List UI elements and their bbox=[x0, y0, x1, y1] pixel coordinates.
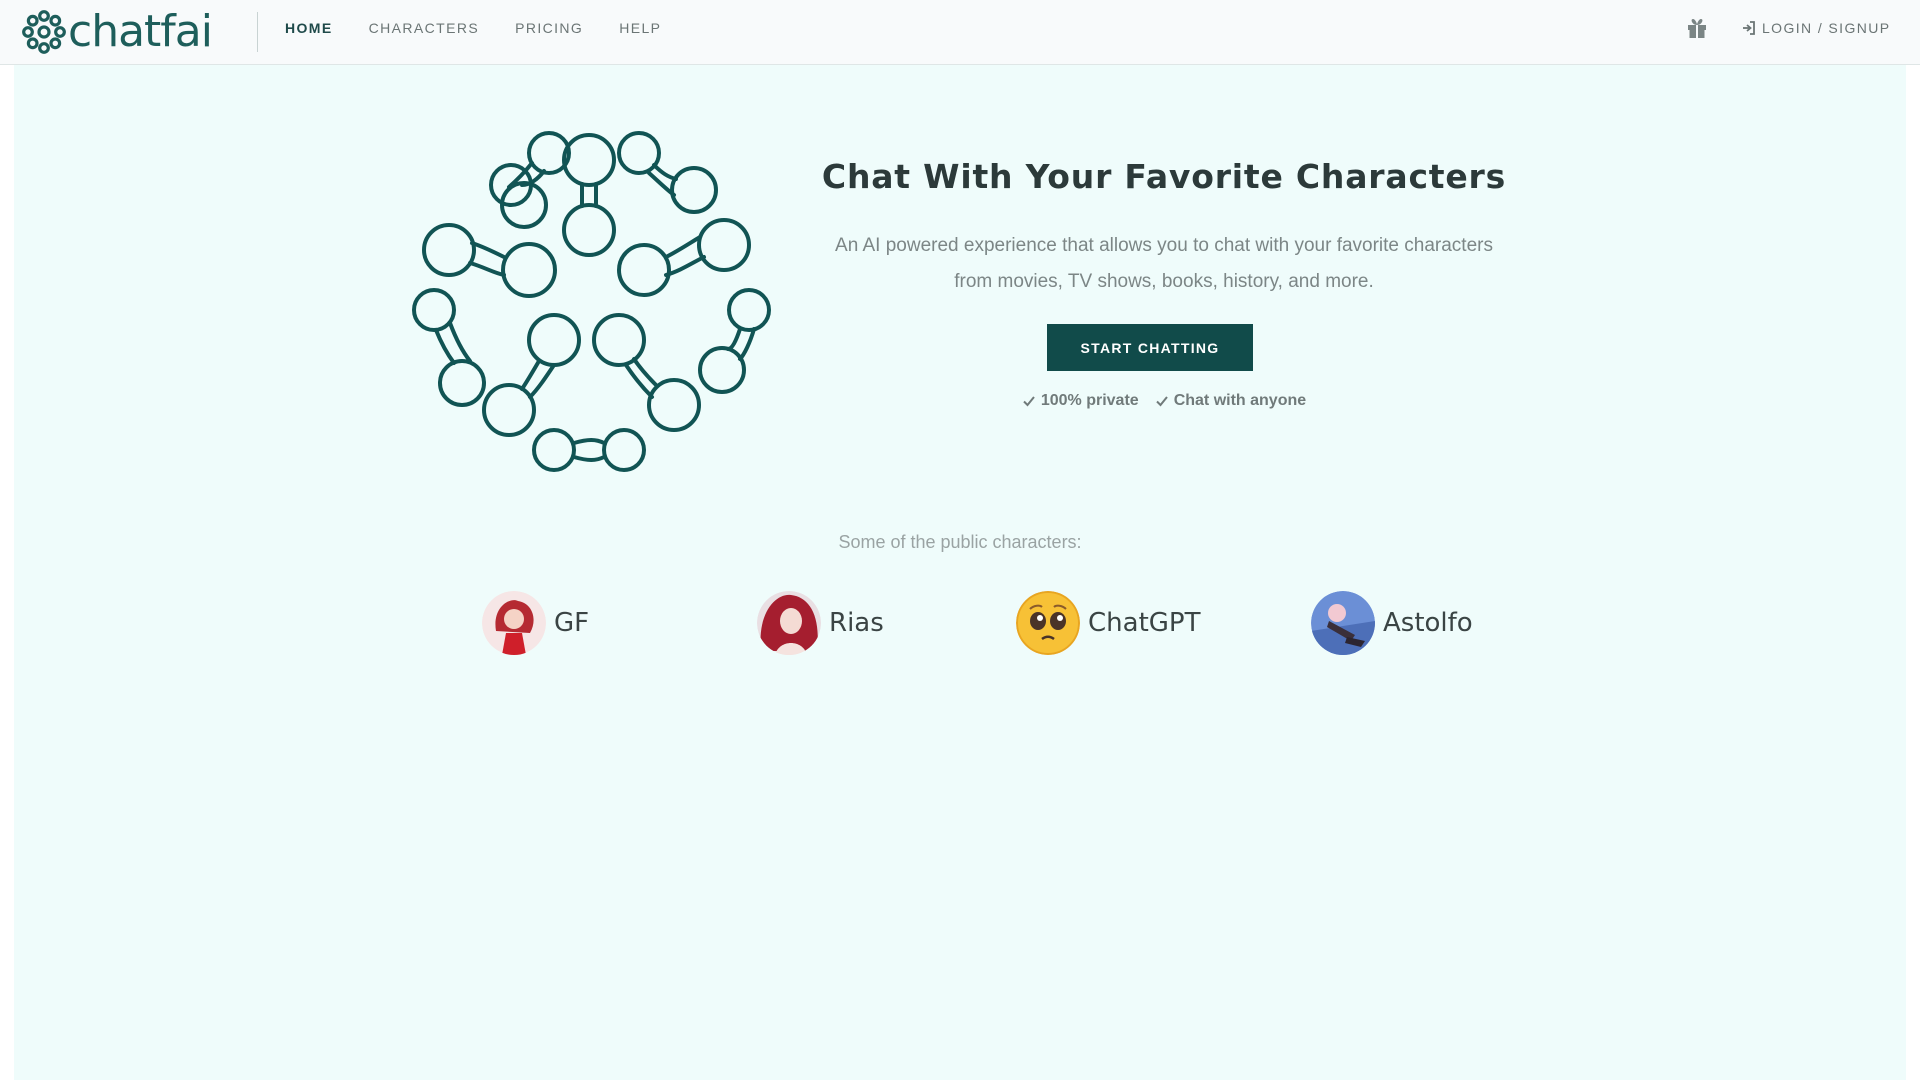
character-rias-avatar bbox=[757, 591, 821, 655]
character-rias-name: Rias bbox=[829, 608, 884, 638]
feature-private-label: 100% private bbox=[1040, 392, 1139, 409]
chatfai-logo-icon bbox=[22, 10, 66, 54]
character-gf-name: GF bbox=[554, 608, 590, 638]
sign-in-icon bbox=[1743, 21, 1755, 35]
header-divider bbox=[257, 12, 258, 52]
nav-home[interactable]: HOME bbox=[267, 20, 351, 36]
character-gf-avatar bbox=[482, 591, 546, 655]
check-icon bbox=[1155, 396, 1168, 407]
public-characters-label: Some of the public characters: bbox=[838, 532, 1082, 552]
hero-subtitle-line-1: An AI powered experience that allows you… bbox=[835, 235, 1493, 256]
character-astolfo[interactable]: Astolfo bbox=[1311, 590, 1473, 656]
feature-chat-anyone-label: Chat with anyone bbox=[1173, 392, 1307, 409]
character-chatgpt-avatar bbox=[1016, 591, 1080, 655]
nav-help[interactable]: HELP bbox=[601, 20, 679, 36]
character-chatgpt-name: ChatGPT bbox=[1088, 608, 1201, 638]
feature-list: 100% private Chat with anyone bbox=[794, 392, 1534, 410]
check-icon bbox=[1023, 396, 1035, 407]
nav-pricing[interactable]: PRICING bbox=[497, 20, 601, 36]
top-navbar: chatfai HOME CHARACTERS PRICING HELP LOG… bbox=[0, 0, 1920, 65]
character-chatgpt[interactable]: ChatGPT bbox=[1016, 590, 1200, 656]
nav-characters[interactable]: CHARACTERS bbox=[351, 20, 497, 36]
character-gf[interactable]: GF bbox=[482, 590, 589, 656]
login-label: LOGIN / SIGNUP bbox=[1762, 20, 1891, 36]
character-astolfo-name: Astolfo bbox=[1383, 608, 1473, 638]
hero-subtitle: An AI powered experience that allows you… bbox=[794, 228, 1534, 300]
logo-text: chatfai bbox=[68, 6, 213, 57]
feature-private: 100% private bbox=[1022, 392, 1139, 410]
chatfai-logo[interactable]: chatfai bbox=[22, 6, 213, 57]
start-chatting-button[interactable]: START CHATTING bbox=[1047, 324, 1253, 371]
hero-title: Chat With Your Favorite Characters bbox=[821, 157, 1507, 196]
character-astolfo-avatar bbox=[1311, 591, 1375, 655]
feature-chat-anyone: Chat with anyone bbox=[1155, 392, 1306, 410]
character-rias[interactable]: Rias bbox=[757, 590, 884, 656]
hero-subtitle-line-2: from movies, TV shows, books, history, a… bbox=[954, 271, 1374, 292]
gift-icon[interactable] bbox=[1686, 17, 1708, 39]
public-characters-list: GF Rias ChatGPT Astolfo bbox=[14, 590, 1906, 656]
main-content: Chat With Your Favorite Characters An AI… bbox=[14, 65, 1906, 1080]
main-nav: HOME CHARACTERS PRICING HELP bbox=[267, 0, 679, 56]
login-signup-link[interactable]: LOGIN / SIGNUP bbox=[1742, 0, 1891, 56]
brain-network-illustration bbox=[412, 131, 771, 472]
